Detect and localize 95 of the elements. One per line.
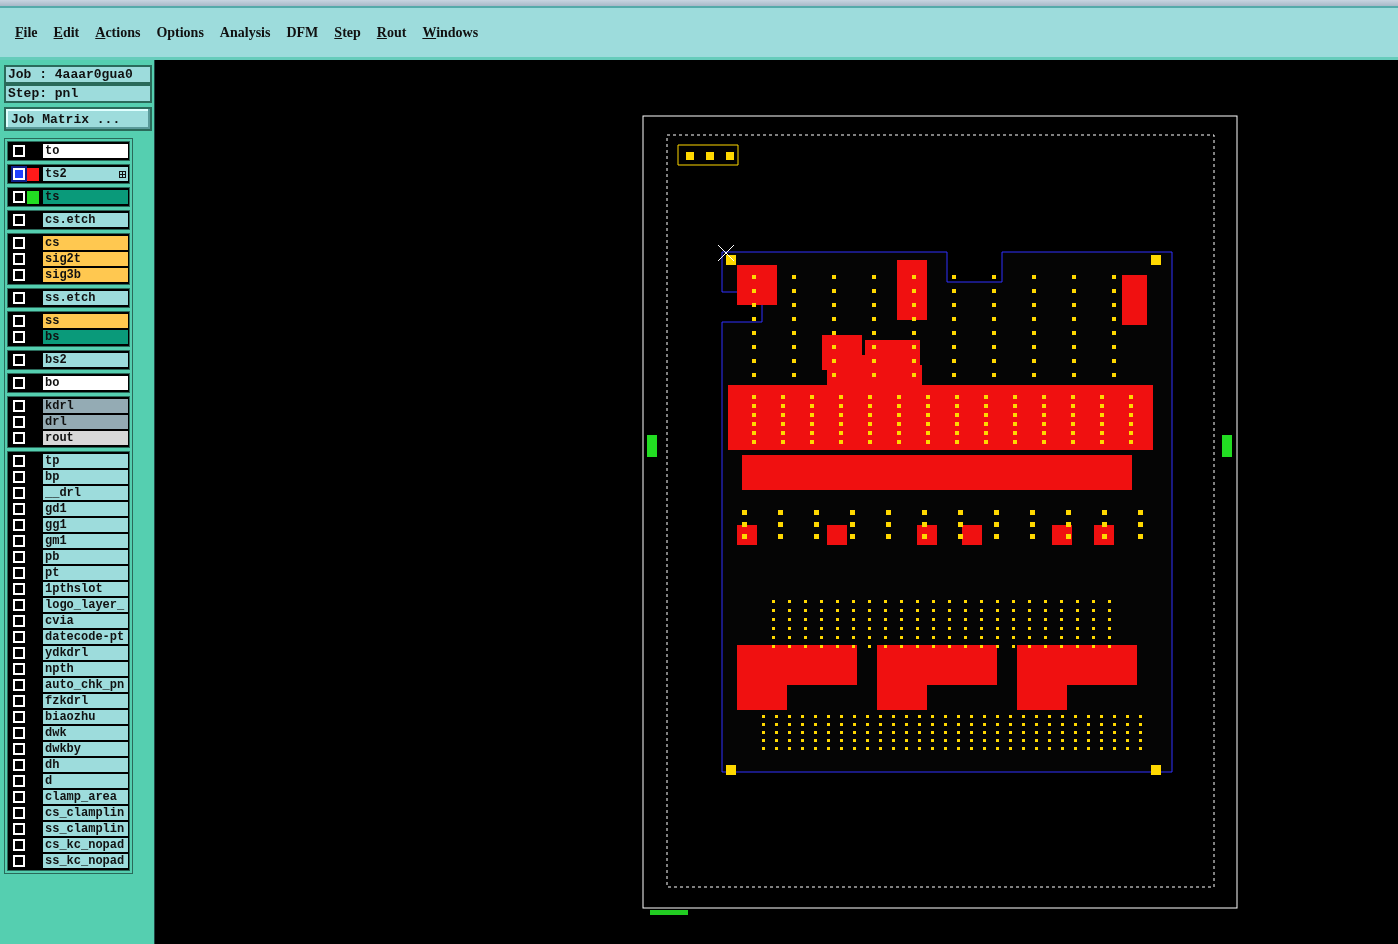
layer-checkbox[interactable] — [13, 315, 25, 327]
layer-checkbox[interactable] — [13, 743, 25, 755]
layer-checkbox[interactable] — [13, 679, 25, 691]
layer-checkbox[interactable] — [13, 168, 25, 180]
layer-name[interactable]: cs_kc_nopad — [43, 838, 128, 852]
layer-checkbox[interactable] — [13, 599, 25, 611]
layer-checkbox[interactable] — [13, 253, 25, 265]
layer-name[interactable]: sig3b — [43, 268, 128, 282]
menu-item[interactable]: Step — [334, 24, 361, 41]
job-name: Job : 4aaar0gua0 — [4, 65, 152, 84]
layer-name[interactable]: __drl — [43, 486, 128, 500]
layer-checkbox[interactable] — [13, 567, 25, 579]
layer-name[interactable]: dwkby — [43, 742, 128, 756]
layer-name[interactable]: tp — [43, 454, 128, 468]
layer-name[interactable]: kdrl — [43, 399, 128, 413]
layer-checkbox[interactable] — [13, 354, 25, 366]
layer-checkbox[interactable] — [13, 432, 25, 444]
layer-checkbox[interactable] — [13, 775, 25, 787]
layer-checkbox[interactable] — [13, 695, 25, 707]
layer-checkbox[interactable] — [13, 759, 25, 771]
layer-name[interactable]: bs — [43, 330, 128, 344]
layer-name[interactable]: ss_kc_nopad — [43, 854, 128, 868]
layer-name[interactable]: ts — [43, 190, 128, 204]
layer-checkbox[interactable] — [13, 487, 25, 499]
layer-name[interactable]: dwk — [43, 726, 128, 740]
menu-item[interactable]: Actions — [95, 24, 141, 41]
layer-name[interactable]: ts2 — [43, 167, 128, 181]
menu-item[interactable]: File — [15, 24, 38, 41]
step-name: Step: pnl — [4, 84, 152, 103]
layer-checkbox[interactable] — [13, 839, 25, 851]
layer-name[interactable]: logo_layer_ — [43, 598, 128, 612]
menu-item[interactable]: Windows — [422, 24, 479, 41]
layer-checkbox[interactable] — [13, 791, 25, 803]
layer-checkbox[interactable] — [13, 535, 25, 547]
layer-checkbox[interactable] — [13, 503, 25, 515]
layer-checkbox[interactable] — [13, 377, 25, 389]
layer-name[interactable]: bs2 — [43, 353, 128, 367]
layer-name[interactable]: cvia — [43, 614, 128, 628]
layer-checkbox[interactable] — [13, 237, 25, 249]
layer-name[interactable]: sig2t — [43, 252, 128, 266]
layer-name[interactable]: gm1 — [43, 534, 128, 548]
layer-checkbox[interactable] — [13, 823, 25, 835]
layer-checkbox[interactable] — [13, 647, 25, 659]
job-matrix-button[interactable]: Job Matrix ... — [4, 107, 152, 131]
layer-name[interactable]: cs_clamplin — [43, 806, 128, 820]
layer-checkbox[interactable] — [13, 583, 25, 595]
layer-checkbox[interactable] — [13, 269, 25, 281]
layer-checkbox[interactable] — [13, 631, 25, 643]
menu-item[interactable]: Rout — [376, 24, 407, 41]
layer-name[interactable]: npth — [43, 662, 128, 676]
menu-item[interactable]: Edit — [53, 24, 80, 41]
menu-item[interactable]: DFM — [286, 24, 319, 41]
layer-name[interactable]: fzkdrl — [43, 694, 128, 708]
layer-checkbox[interactable] — [13, 727, 25, 739]
layer-name[interactable]: bo — [43, 376, 128, 390]
layer-checkbox[interactable] — [13, 331, 25, 343]
layer-name[interactable]: cs.etch — [43, 213, 128, 227]
layer-name[interactable]: to — [43, 144, 128, 158]
layer-name[interactable]: drl — [43, 415, 128, 429]
layer-checkbox[interactable] — [13, 455, 25, 467]
layer-checkbox[interactable] — [13, 214, 25, 226]
layer-name[interactable]: biaozhu — [43, 710, 128, 724]
layer-name[interactable]: pt — [43, 566, 128, 580]
layer-name[interactable]: auto_chk_pn — [43, 678, 128, 692]
layer-checkbox[interactable] — [13, 855, 25, 867]
menu-item[interactable]: Analysis — [219, 24, 271, 41]
layer-checkbox[interactable] — [13, 551, 25, 563]
layer-name[interactable]: clamp_area — [43, 790, 128, 804]
layer-name[interactable]: ss_clamplin — [43, 822, 128, 836]
layer-name[interactable]: rout — [43, 431, 128, 445]
layer-name[interactable]: 1pthslot — [43, 582, 128, 596]
layer-name[interactable]: gg1 — [43, 518, 128, 532]
layer-checkbox[interactable] — [13, 400, 25, 412]
layer-checkbox[interactable] — [13, 471, 25, 483]
layer-checkbox[interactable] — [13, 191, 25, 203]
layer-name[interactable]: ss.etch — [43, 291, 128, 305]
layer-name[interactable]: ss — [43, 314, 128, 328]
layer-checkbox[interactable] — [13, 292, 25, 304]
layer-checkbox[interactable] — [13, 807, 25, 819]
layer-name[interactable]: cs — [43, 236, 128, 250]
layer-checkbox[interactable] — [13, 416, 25, 428]
layer-checkbox[interactable] — [13, 519, 25, 531]
layer-name[interactable]: pb — [43, 550, 128, 564]
layer-checkbox[interactable] — [13, 663, 25, 675]
grid-icon — [119, 171, 126, 178]
layer-name[interactable]: gd1 — [43, 502, 128, 516]
layer-name[interactable]: dh — [43, 758, 128, 772]
menu-item[interactable]: Options — [156, 24, 204, 41]
layer-checkbox[interactable] — [13, 615, 25, 627]
layer-checkbox[interactable] — [13, 145, 25, 157]
layer-name[interactable]: d — [43, 774, 128, 788]
layer-name[interactable]: bp — [43, 470, 128, 484]
layer-name[interactable]: datecode-pt — [43, 630, 128, 644]
layer-name[interactable]: ydkdrl — [43, 646, 128, 660]
layer-checkbox[interactable] — [13, 711, 25, 723]
